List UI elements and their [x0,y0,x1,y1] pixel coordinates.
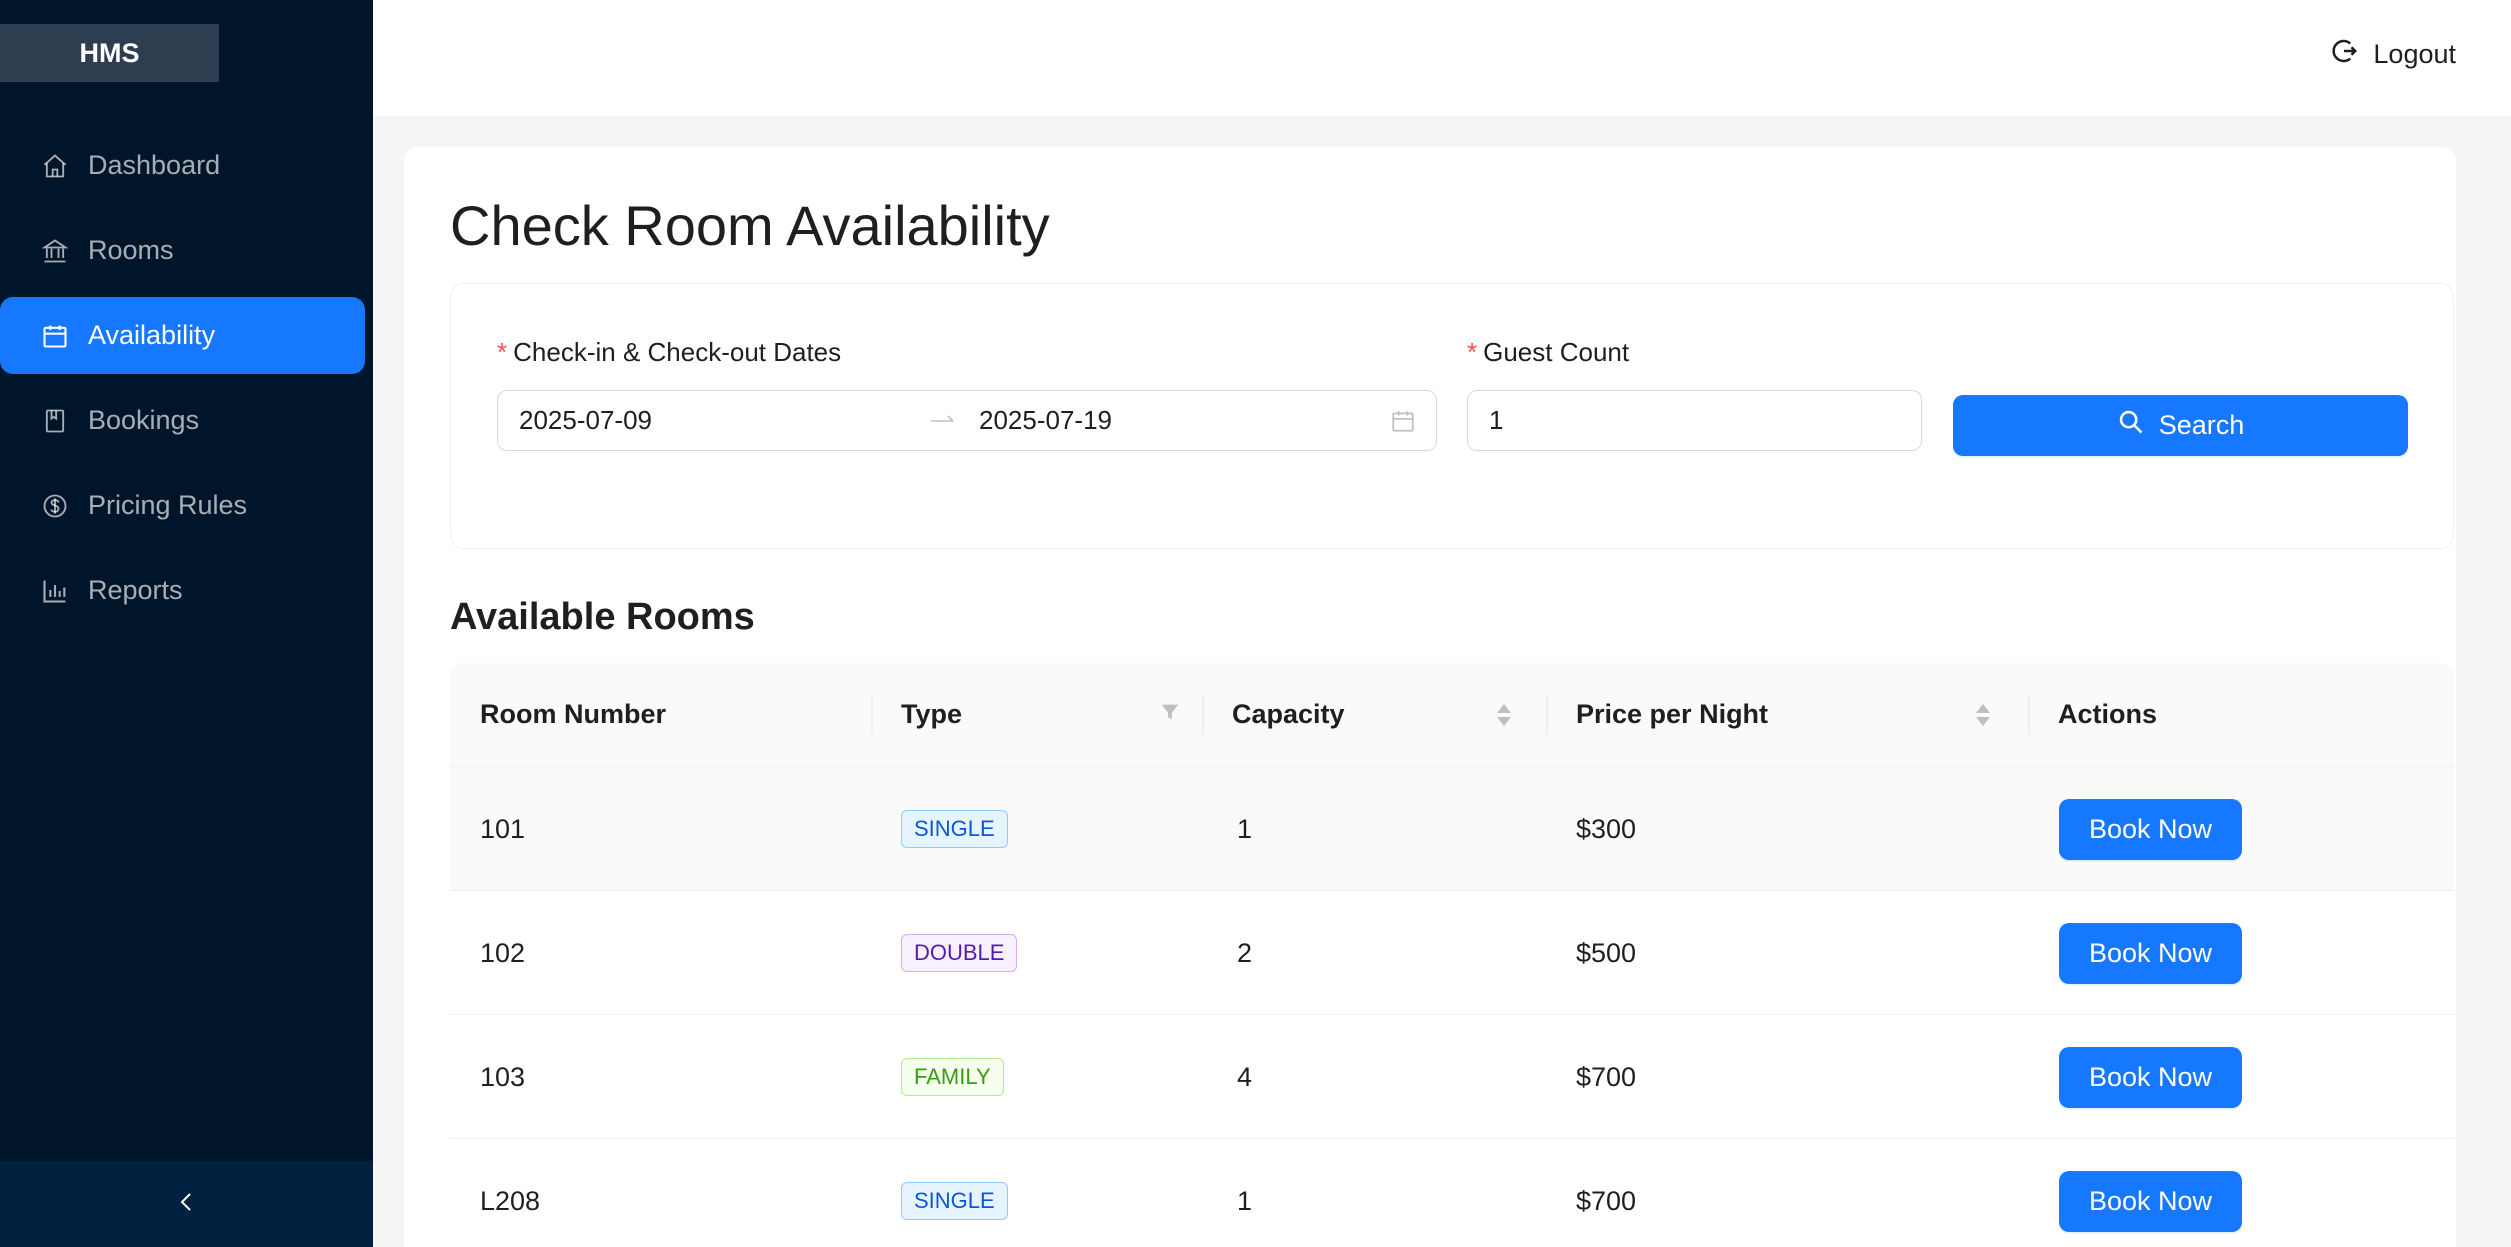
logout-button[interactable]: Logout [2329,36,2456,73]
check-in-input[interactable]: 2025-07-09 [519,405,652,436]
top-header: Logout [373,0,2511,116]
table-row: 103 FAMILY 4 $700 Book Now [450,1015,2454,1139]
column-divider [1546,696,1548,734]
required-mark: * [497,337,508,367]
room-number: 103 [480,1061,526,1092]
sidebar-item-reports[interactable]: Reports [0,552,365,629]
calendar-icon [40,321,70,351]
room-type-tag: FAMILY [901,1058,1004,1096]
book-now-button[interactable]: Book Now [2059,798,2242,860]
room-type-tag: DOUBLE [901,934,1018,972]
sidebar-item-label: Bookings [88,405,200,435]
sidebar: HMS Dashboard Rooms Availability Booking… [0,0,373,1247]
column-price[interactable]: Price per Night [1576,663,1768,767]
guest-count-input[interactable]: 1 [1467,390,1922,451]
room-capacity: 2 [1237,937,1253,968]
room-price: $500 [1576,937,1637,968]
room-price: $700 [1576,1185,1637,1216]
sidebar-item-availability[interactable]: Availability [0,297,365,374]
calendar-icon[interactable] [1390,408,1416,441]
sort-icon[interactable] [1974,701,1992,734]
room-capacity: 1 [1237,813,1253,844]
bank-icon [40,236,70,266]
guest-count-label: * Guest Count [1467,337,1629,368]
room-number: L208 [480,1185,541,1216]
room-number: 102 [480,937,526,968]
room-capacity: 1 [1237,1185,1253,1216]
column-room-number: Room Number [480,699,667,729]
sidebar-collapse-button[interactable] [0,1161,373,1247]
column-actions: Actions [2058,699,2158,729]
room-price: $300 [1576,813,1637,844]
date-range-picker[interactable]: 2025-07-09 2025-07-19 [497,390,1437,451]
column-divider [2028,696,2030,734]
sidebar-item-pricing-rules[interactable]: Pricing Rules [0,467,365,544]
table-row: L208 SINGLE 1 $700 Book Now [450,1139,2454,1247]
dates-label: * Check-in & Check-out Dates [497,337,841,368]
filter-icon[interactable] [1159,701,1181,728]
column-capacity[interactable]: Capacity [1232,663,1345,767]
column-divider [1202,696,1204,734]
results-title: Available Rooms [450,596,755,638]
room-number: 101 [480,813,526,844]
home-icon [40,151,70,181]
book-icon [40,406,70,436]
room-capacity: 4 [1237,1061,1253,1092]
available-rooms-table: Room Number Type Capacity Price per Nigh… [450,663,2454,1247]
search-form: * Check-in & Check-out Dates 2025-07-09 2… [450,283,2454,549]
column-divider [871,696,873,734]
room-price: $700 [1576,1061,1637,1092]
book-now-button[interactable]: Book Now [2059,922,2242,984]
sidebar-menu: Dashboard Rooms Availability Bookings Pr… [0,127,373,637]
search-icon [2117,408,2159,443]
book-now-button[interactable]: Book Now [2059,1046,2242,1108]
arrow-right-icon [930,405,956,436]
guest-count-label-text: Guest Count [1483,337,1630,367]
sidebar-item-label: Availability [88,320,216,350]
bar-chart-icon [40,576,70,606]
sidebar-item-label: Reports [88,575,183,605]
sidebar-item-dashboard[interactable]: Dashboard [0,127,365,204]
table-row: 101 SINGLE 1 $300 Book Now [450,767,2454,891]
sidebar-item-bookings[interactable]: Bookings [0,382,365,459]
main-content: Check Room Availability * Check-in & Chec… [404,147,2456,1247]
required-mark: * [1467,337,1478,367]
sidebar-item-label: Dashboard [88,150,221,180]
logout-icon [2329,36,2373,73]
table-header: Room Number Type Capacity Price per Nigh… [450,663,2454,767]
dates-label-text: Check-in & Check-out Dates [513,337,842,367]
search-button[interactable]: Search [1953,395,2408,456]
page-title: Check Room Availability [450,194,1050,257]
column-type: Type [901,699,963,729]
sidebar-item-rooms[interactable]: Rooms [0,212,365,289]
app-logo: HMS [0,24,219,82]
dollar-icon [40,491,70,521]
sidebar-item-label: Rooms [88,235,174,265]
book-now-button[interactable]: Book Now [2059,1170,2242,1232]
chevron-left-icon [175,1190,199,1219]
search-button-label: Search [2158,410,2245,440]
table-row: 102 DOUBLE 2 $500 Book Now [450,891,2454,1015]
room-type-tag: SINGLE [901,810,1008,848]
room-type-tag: SINGLE [901,1182,1008,1220]
sort-icon[interactable] [1495,701,1513,734]
sidebar-item-label: Pricing Rules [88,490,248,520]
check-out-input[interactable]: 2025-07-19 [979,405,1112,436]
logout-label: Logout [2373,39,2456,69]
